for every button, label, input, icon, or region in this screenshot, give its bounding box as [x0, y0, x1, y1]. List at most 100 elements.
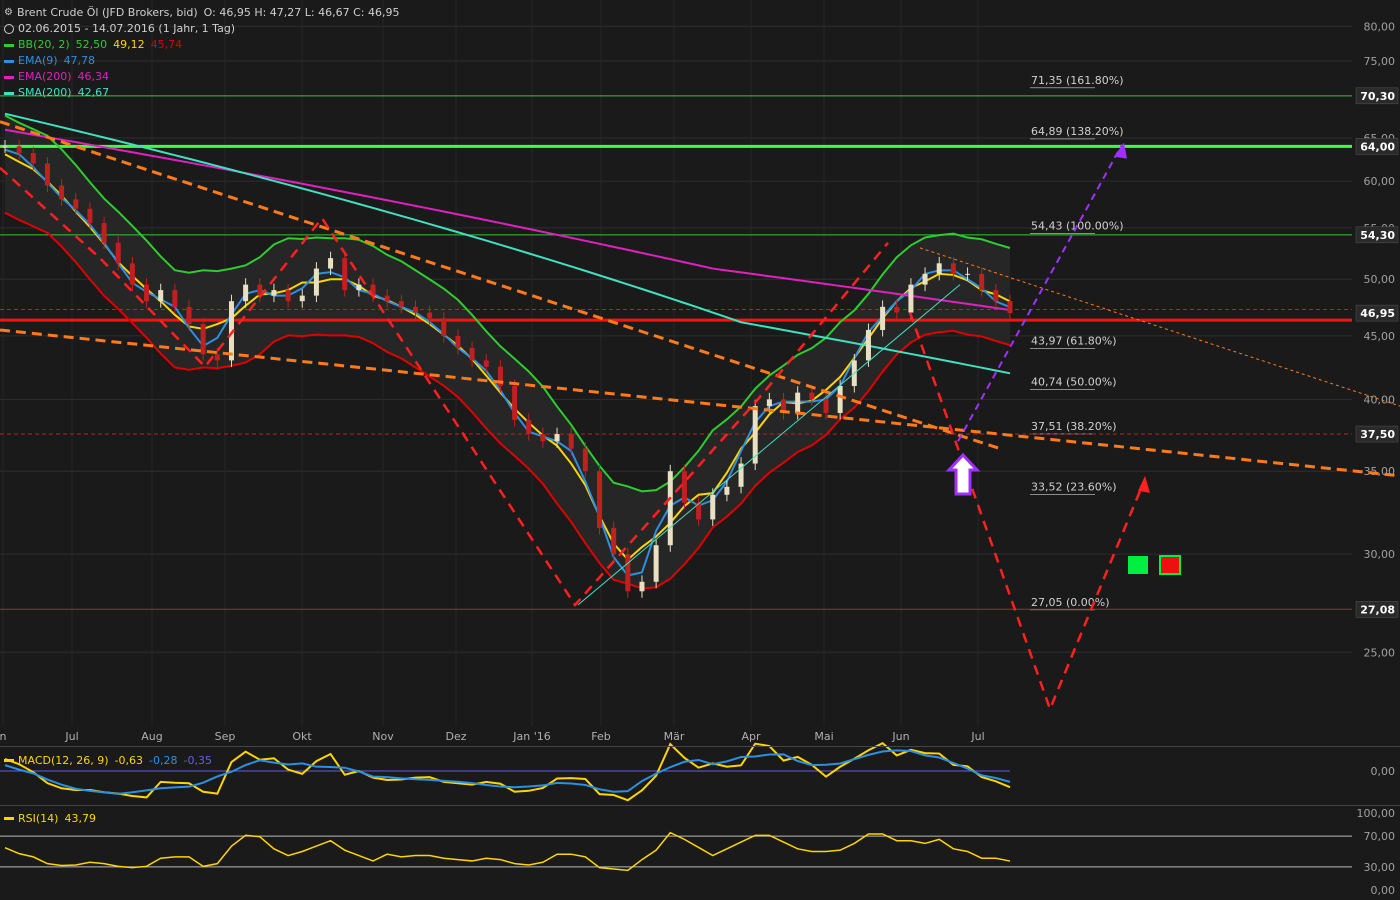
candle-body [144, 284, 150, 302]
indicator-swatch [4, 75, 14, 79]
candle-body [59, 185, 65, 200]
candle-body [597, 471, 603, 528]
candle-body [73, 199, 79, 209]
candle-body [540, 434, 546, 442]
rsi-label: RSI(14) [18, 812, 59, 825]
rsi-axis-label: 100,00 [1357, 807, 1396, 820]
rsi-pane-divider [0, 805, 1400, 806]
rsi-value: 43,79 [64, 812, 96, 825]
fibonacci-label: 64,89 (138.20%) [1031, 125, 1124, 138]
rsi-axis-label: 30,00 [1364, 861, 1396, 874]
macd-hist-value: -0,35 [183, 754, 212, 767]
indicator-label: EMA(200) [18, 70, 72, 83]
candle-body [427, 312, 433, 319]
macd-value: -0,63 [114, 754, 144, 767]
indicator-value: 47,78 [63, 54, 96, 67]
y-tick-label: 30,00 [1364, 548, 1396, 561]
chart-icon: ⚙ [4, 7, 13, 18]
candle-body [611, 527, 617, 555]
fibonacci-label: 40,74 (50.00%) [1031, 375, 1117, 388]
rsi-swatch [4, 817, 14, 820]
fibonacci-label: 37,51 (38.20%) [1031, 420, 1117, 433]
date-range: 02.06.2015 - 14.07.2016 (1 Jahr, 1 Tag) [18, 22, 236, 35]
candle-body [271, 290, 277, 296]
indicator-swatch [4, 43, 14, 47]
y-tick-label: 25,00 [1364, 646, 1396, 659]
price-tag-label: 37,50 [1360, 428, 1395, 441]
projection-line [908, 312, 1147, 713]
x-tick-label: Jul [970, 730, 984, 743]
x-tick-label: Jul [64, 730, 78, 743]
candle-body [582, 448, 588, 472]
x-tick-label: Dez [445, 730, 466, 743]
candle-body [299, 295, 305, 302]
candle-body [87, 208, 93, 224]
candle-body [30, 153, 36, 164]
x-tick-label: Okt [292, 730, 312, 743]
candle-body [129, 263, 135, 285]
fibonacci-label: 71,35 (161.80%) [1031, 74, 1124, 87]
x-tick-label: Sep [215, 730, 236, 743]
x-tick-label: Jun [891, 730, 909, 743]
macd-label: MACD(12, 26, 9) [18, 754, 109, 767]
x-tick-label: Mär [664, 730, 685, 743]
candle-body [313, 268, 319, 296]
candle-body [766, 399, 772, 407]
candle-body [384, 295, 390, 302]
indicator-value: 52,50 [75, 38, 108, 51]
candle-body [158, 290, 164, 302]
fibonacci-label: 33,52 (23.60%) [1031, 480, 1117, 493]
price-tag-label: 64,00 [1360, 140, 1395, 153]
indicator-swatch [4, 59, 14, 63]
candle-body [342, 258, 348, 291]
macd-legend: MACD(12, 26, 9) -0,63 -0,28 -0,35 [4, 754, 212, 767]
candle-body [936, 263, 942, 274]
y-tick-label: 45,00 [1364, 330, 1396, 343]
macd-pane-divider [0, 746, 1400, 747]
candle-body [44, 163, 50, 186]
indicator-value: 49,12 [113, 38, 145, 51]
rsi-axis-label: 0,00 [1371, 884, 1396, 897]
macd-axis-label: 0,00 [1371, 765, 1396, 778]
candle-body [922, 273, 928, 285]
candle-body [979, 273, 985, 291]
indicator-legend-row: SMA(200) 42,67 [4, 85, 399, 101]
candle-body [894, 306, 900, 313]
candle-body [172, 290, 178, 307]
ohlc-readout: O: 46,95 H: 47,27 L: 46,67 C: 46,95 [203, 6, 400, 19]
candle-body [837, 386, 843, 413]
indicator-label: SMA(200) [18, 86, 72, 99]
candle-body [469, 348, 475, 361]
indicator-label: BB(20, 2) [18, 38, 70, 51]
arrow-head [1138, 475, 1150, 493]
sell-marker-icon [1159, 555, 1181, 575]
support-line [577, 284, 961, 606]
candle-body [412, 306, 418, 313]
candle-body [809, 392, 815, 400]
x-tick-label: Nov [372, 730, 394, 743]
candle-body [115, 242, 121, 264]
rsi-legend: RSI(14) 43,79 [4, 812, 96, 825]
candle-body [865, 329, 871, 361]
candle-body [568, 434, 574, 449]
y-tick-label: 50,00 [1364, 273, 1396, 286]
candle-body [823, 399, 829, 413]
candle-body [285, 290, 291, 302]
candle-body [186, 306, 192, 325]
rsi-line [4, 831, 1011, 872]
candle-body [681, 471, 687, 503]
rsi-axis-label: 70,00 [1364, 830, 1396, 843]
candle-body [398, 301, 404, 307]
indicator-value: 45,74 [150, 38, 183, 51]
candle-body [101, 223, 107, 243]
macd-signal-value: -0,28 [149, 754, 178, 767]
candle-body [16, 146, 22, 154]
indicator-legend-row: EMA(9) 47,78 [4, 53, 399, 69]
macd-line [4, 741, 1011, 802]
candle-body [950, 263, 956, 274]
candle-body [880, 306, 886, 330]
candle-body [625, 554, 631, 592]
x-tick-label: n [0, 730, 7, 743]
buy-marker-icon [1128, 556, 1148, 574]
candle-body [356, 284, 362, 291]
